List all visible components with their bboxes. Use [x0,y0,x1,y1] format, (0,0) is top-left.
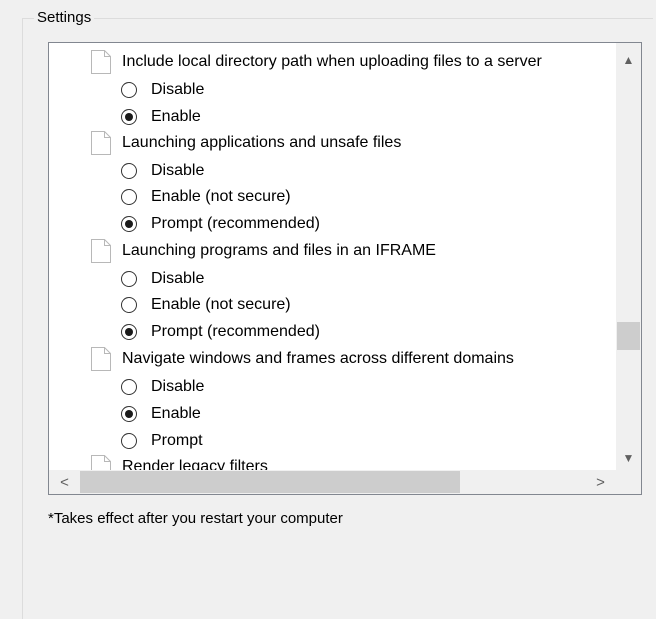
radio-disable[interactable] [121,270,137,287]
setting-label: Render legacy filters [122,457,268,472]
radio-enable[interactable] [121,108,137,125]
option-disable[interactable]: Disable [121,76,204,103]
horizontal-scroll-thumb[interactable] [80,471,460,493]
settings-tree[interactable]: Include local directory path when upload… [48,42,642,495]
setting-label: Launching programs and files in an IFRAM… [122,241,436,259]
option-enable[interactable]: Enable [121,103,201,130]
option-enable-not-secure[interactable]: Enable (not secure) [121,291,291,318]
option-label: Enable [151,107,201,125]
option-label: Enable (not secure) [151,187,291,205]
vertical-scroll-thumb[interactable] [617,322,640,350]
radio-disable[interactable] [121,81,137,98]
setting-label: Navigate windows and frames across diffe… [122,349,514,367]
setting-launching-iframe[interactable]: Launching programs and files in an IFRAM… [91,237,436,264]
radio-enable-not-secure[interactable] [121,188,137,205]
settings-tree-content: Include local directory path when upload… [49,43,616,471]
option-enable[interactable]: Enable [121,400,201,427]
setting-launching-applications[interactable]: Launching applications and unsafe files [91,129,401,156]
option-disable[interactable]: Disable [121,265,204,292]
option-label: Disable [151,161,205,179]
document-icon [91,238,111,263]
option-prompt-recommended[interactable]: Prompt (recommended) [121,318,320,345]
settings-group-label: Settings [34,8,95,28]
option-label: Disable [151,269,205,287]
option-label: Disable [151,80,205,98]
option-prompt[interactable]: Prompt [121,427,203,454]
document-icon [91,49,111,74]
radio-disable[interactable] [121,162,137,179]
setting-label: Launching applications and unsafe files [122,133,402,151]
scroll-up-arrow-icon[interactable]: ▲ [616,49,641,71]
setting-render-legacy-filters[interactable]: Render legacy filters [91,453,268,471]
radio-enable-not-secure[interactable] [121,296,137,313]
horizontal-scrollbar[interactable]: < > [49,470,616,494]
option-disable[interactable]: Disable [121,373,204,400]
option-enable-not-secure[interactable]: Enable (not secure) [121,183,291,210]
radio-enable[interactable] [121,405,137,422]
document-icon [91,346,111,371]
vertical-scrollbar[interactable]: ▲ ▼ [616,43,641,471]
option-prompt-recommended[interactable]: Prompt (recommended) [121,210,320,237]
option-label: Prompt [151,431,203,449]
document-icon [91,454,111,471]
option-label: Prompt (recommended) [151,214,320,232]
radio-prompt-recommended[interactable] [121,215,137,232]
radio-disable[interactable] [121,378,137,395]
restart-note: *Takes effect after you restart your com… [48,510,343,527]
scrollbar-corner [616,470,641,494]
option-label: Enable [151,404,201,422]
radio-prompt-recommended[interactable] [121,323,137,340]
scroll-left-arrow-icon[interactable]: < [52,471,77,493]
document-icon [91,130,111,155]
setting-include-local-path[interactable]: Include local directory path when upload… [91,48,542,75]
option-label: Disable [151,377,205,395]
option-label: Enable (not secure) [151,295,291,313]
option-label: Prompt (recommended) [151,322,320,340]
scroll-right-arrow-icon[interactable]: > [588,471,613,493]
scroll-down-arrow-icon[interactable]: ▼ [616,447,641,469]
radio-prompt[interactable] [121,432,137,449]
option-disable[interactable]: Disable [121,157,204,184]
setting-label: Include local directory path when upload… [122,52,542,70]
setting-navigate-windows-frames[interactable]: Navigate windows and frames across diffe… [91,345,514,372]
